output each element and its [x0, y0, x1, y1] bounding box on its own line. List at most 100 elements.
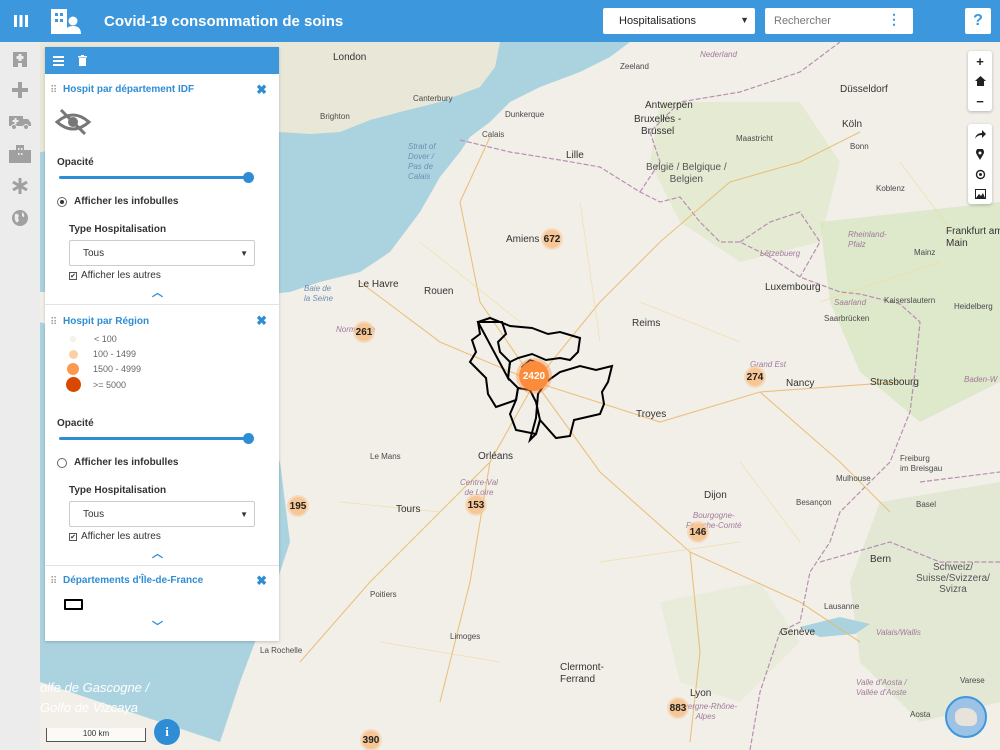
chevron-down-icon[interactable]: ﹀ — [152, 618, 163, 634]
place-label: Besançon — [796, 498, 832, 507]
layer-item-region: ⠿ Hospit par Région ✖ < 100 100 - 1499 1… — [45, 305, 279, 566]
show-others-toggle[interactable]: ✔ Afficher les autres — [69, 531, 161, 542]
slider-knob[interactable] — [243, 433, 254, 444]
radio-button[interactable] — [57, 196, 67, 207]
place-label: Baie de la Seine — [304, 284, 333, 303]
ocean-label: olfe de Gascogne / Golfo de Vizcaya — [40, 680, 150, 715]
hospital-icon[interactable] — [0, 42, 40, 74]
place-label: Bonn — [850, 142, 869, 151]
place-label: Schweiz/ Suisse/Svizzera/ Svizra — [916, 562, 990, 595]
show-others-toggle[interactable]: ✔ Afficher les autres — [69, 270, 161, 281]
legend-swatch — [66, 377, 81, 392]
cluster-marker[interactable]: 274 — [744, 366, 766, 388]
drag-handle-icon[interactable]: ⠿ — [50, 576, 57, 587]
place-label: Valais/Wallis — [876, 628, 921, 637]
list-icon[interactable] — [53, 55, 64, 66]
radio-button[interactable] — [57, 457, 67, 468]
place-label: Amiens — [506, 234, 540, 245]
type-select[interactable]: Tous ▼ — [69, 240, 255, 266]
globe-icon[interactable] — [0, 202, 40, 234]
legend-swatch — [67, 363, 79, 375]
place-label: Saarland — [834, 298, 867, 307]
building-icon[interactable] — [0, 138, 40, 170]
cluster-marker[interactable]: 261 — [353, 321, 375, 343]
checkbox[interactable]: ✔ — [69, 532, 77, 541]
image-icon — [974, 189, 986, 199]
drag-handle-icon[interactable]: ⠿ — [50, 317, 57, 328]
chevron-up-icon[interactable]: ︿ — [152, 284, 163, 300]
opacity-slider[interactable] — [59, 433, 254, 444]
tool-controls — [968, 124, 992, 204]
cluster-marker[interactable]: 195 — [287, 495, 309, 517]
search-input[interactable] — [774, 15, 894, 27]
legend-swatch — [70, 336, 76, 342]
chevron-up-icon[interactable]: ︿ — [152, 545, 163, 561]
cluster-marker[interactable]: 2420 — [516, 358, 552, 394]
place-label: Lausanne — [824, 602, 860, 611]
trash-icon[interactable] — [78, 55, 87, 66]
slider-knob[interactable] — [243, 172, 254, 183]
layer-title: Départements d'Île-de-France — [63, 575, 204, 586]
place-label: Bern — [870, 554, 892, 565]
image-export-button[interactable] — [968, 184, 992, 204]
locate-button[interactable] — [968, 164, 992, 184]
cluster-marker[interactable]: 390 — [360, 729, 382, 750]
type-select[interactable]: Tous ▼ — [69, 501, 255, 527]
tooltips-toggle[interactable]: Afficher les infobulles — [57, 457, 178, 468]
checkbox[interactable]: ✔ — [69, 271, 77, 280]
plus-icon[interactable] — [0, 74, 40, 106]
place-label: Antwerpen — [645, 100, 693, 111]
overview-map[interactable] — [945, 696, 987, 738]
help-button[interactable]: ? — [965, 8, 991, 34]
columns-icon — [14, 15, 28, 27]
menu-bars-button[interactable] — [0, 0, 42, 42]
place-label: Brighton — [320, 112, 350, 121]
place-label: Luxembourg — [765, 282, 821, 293]
cluster-marker[interactable]: 153 — [465, 494, 487, 516]
place-label: Limoges — [450, 632, 481, 641]
marker-button[interactable] — [968, 144, 992, 164]
place-label: Rouen — [424, 286, 454, 297]
kebab-menu-icon[interactable]: ⋮ — [887, 12, 901, 26]
show-others-label: Afficher les autres — [81, 270, 161, 281]
place-label: Strasbourg — [870, 377, 919, 388]
zoom-in-button[interactable]: + — [968, 51, 992, 71]
zoom-out-button[interactable]: − — [968, 91, 992, 111]
place-label: Canterbury — [413, 94, 453, 103]
close-icon[interactable]: ✖ — [256, 82, 267, 98]
app-header: Covid-19 consommation de soins Hospitali… — [0, 0, 1000, 42]
place-label: Poitiers — [370, 590, 397, 599]
place-label: Mulhouse — [836, 474, 871, 483]
place-label: Aosta — [910, 710, 931, 719]
info-button[interactable]: i — [154, 719, 180, 745]
place-label: Troyes — [636, 409, 667, 420]
legend-row: >= 5000 — [66, 377, 126, 392]
app-root: Covid-19 consommation de soins Hospitali… — [0, 0, 1000, 750]
eye-slash-icon[interactable] — [55, 108, 91, 136]
place-label: Lëtzebuerg — [760, 249, 801, 258]
type-label: Type Hospitalisation — [69, 485, 167, 496]
tooltips-label: Afficher les infobulles — [74, 457, 179, 468]
close-icon[interactable]: ✖ — [256, 573, 267, 589]
cluster-marker[interactable]: 146 — [687, 521, 709, 543]
type-select-value: Tous — [83, 508, 105, 520]
place-label: Nederland — [700, 50, 737, 59]
cluster-marker[interactable]: 883 — [667, 697, 689, 719]
ambulance-icon[interactable] — [0, 106, 40, 138]
place-label: Rheinland- Pfalz — [848, 230, 887, 249]
place-label: Dunkerque — [505, 110, 545, 119]
legend-swatch — [69, 349, 78, 359]
place-label: Köln — [842, 119, 863, 130]
close-icon[interactable]: ✖ — [256, 313, 267, 329]
tooltips-toggle[interactable]: Afficher les infobulles — [57, 196, 178, 207]
home-icon — [974, 76, 986, 86]
asterisk-icon[interactable] — [0, 170, 40, 202]
home-button[interactable] — [968, 71, 992, 91]
place-label: Genève — [780, 627, 816, 638]
data-type-select[interactable]: Hospitalisations ▼ — [603, 8, 755, 34]
cluster-marker[interactable]: 672 — [541, 228, 563, 250]
share-button[interactable] — [968, 124, 992, 144]
drag-handle-icon[interactable]: ⠿ — [50, 85, 57, 96]
opacity-slider[interactable] — [59, 172, 254, 183]
place-label: Frankfurt am Main — [946, 226, 1000, 249]
